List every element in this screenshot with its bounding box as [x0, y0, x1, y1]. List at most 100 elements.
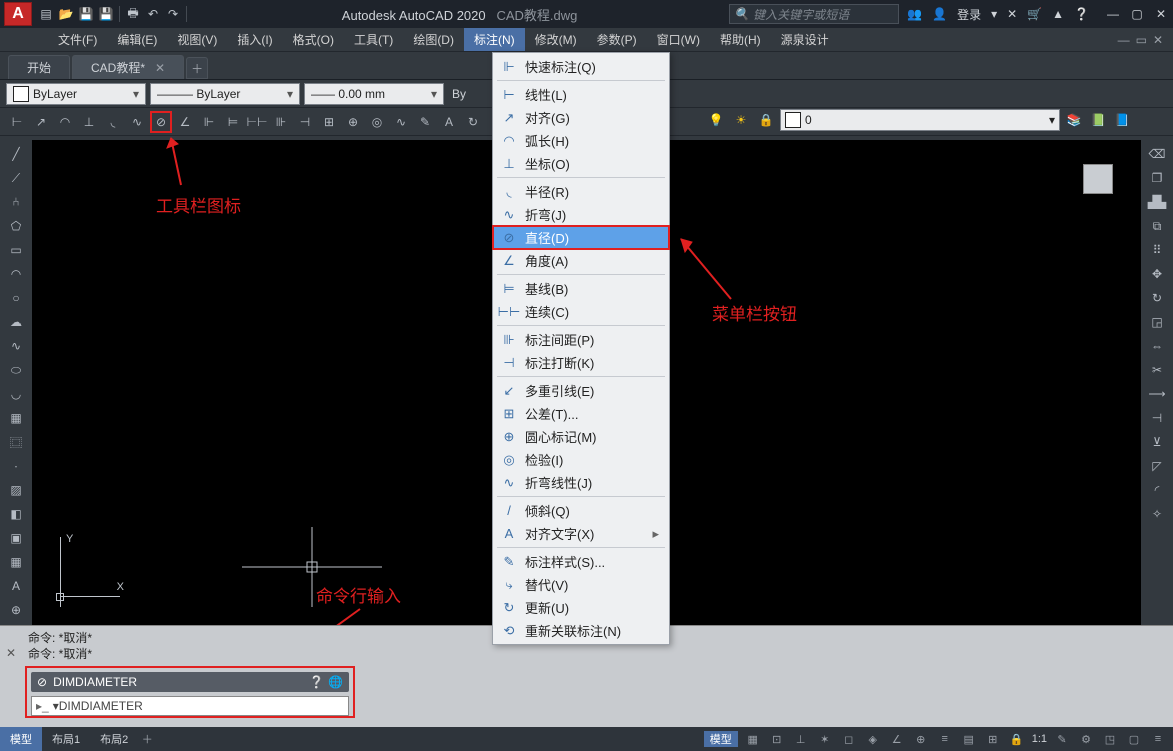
explode-icon[interactable]: ✧	[1146, 504, 1168, 524]
login-link[interactable]: 登录	[957, 6, 981, 23]
dim-break-icon[interactable]: ⊣	[294, 111, 316, 133]
doc-tab-start[interactable]: 开始	[8, 55, 70, 79]
cart-icon[interactable]: 🛒	[1027, 7, 1042, 21]
circle-icon[interactable]: ○	[5, 288, 27, 308]
sb-otrack-icon[interactable]: ∠	[888, 730, 906, 748]
dim-update-icon[interactable]: ↻	[462, 111, 484, 133]
qat-open-icon[interactable]: 📂	[57, 5, 75, 23]
menu-item-sty[interactable]: ✎标注样式(S)...	[493, 550, 669, 573]
sb-osnap-icon[interactable]: ◻	[840, 730, 858, 748]
user-icon[interactable]: 👤	[932, 7, 947, 21]
help-small-icon[interactable]: ❔	[309, 675, 324, 689]
menu-item-ali[interactable]: ↗对齐(G)	[493, 106, 669, 129]
menu-item-bas[interactable]: ⊨基线(B)	[493, 277, 669, 300]
sb-gear-icon[interactable]: ⚙	[1077, 730, 1095, 748]
doc-min-icon[interactable]: —	[1118, 33, 1130, 47]
menu-item-q[interactable]: ⊩快速标注(Q)	[493, 55, 669, 78]
color-dropdown[interactable]: ByLayer▾	[6, 83, 146, 105]
dim-quick-icon[interactable]: ⊩	[198, 111, 220, 133]
join-icon[interactable]: ⊻	[1146, 432, 1168, 452]
mtext-icon[interactable]: A	[5, 576, 27, 596]
command-input[interactable]: ▸_▾ DIMDIAMETER	[31, 696, 349, 716]
sb-ortho-icon[interactable]: ⊥	[792, 730, 810, 748]
rectangle-icon[interactable]: ▭	[5, 240, 27, 260]
layer-dropdown[interactable]: 0▾	[780, 109, 1060, 131]
move-icon[interactable]: ✥	[1146, 264, 1168, 284]
dim-space-icon[interactable]: ⊪	[270, 111, 292, 133]
hatch-icon[interactable]: ▨	[5, 480, 27, 500]
menu-item-ord[interactable]: ⊥坐标(O)	[493, 152, 669, 175]
table-icon[interactable]: ▦	[5, 552, 27, 572]
cmdline-close-icon[interactable]: ✕	[6, 646, 16, 660]
sb-max-icon[interactable]: ▢	[1125, 730, 1143, 748]
dim-edit-icon[interactable]: ✎	[414, 111, 436, 133]
line-icon[interactable]: ╱	[5, 144, 27, 164]
fillet-icon[interactable]: ◜	[1146, 480, 1168, 500]
dim-linear-icon[interactable]: ⊢	[6, 111, 28, 133]
layer-bulb-icon[interactable]: 💡	[705, 109, 727, 131]
menu-sourceplan[interactable]: 源泉设计	[771, 28, 839, 51]
maximize-button[interactable]: ▢	[1129, 6, 1145, 22]
share-icon[interactable]: 👥	[907, 7, 922, 21]
chamfer-icon[interactable]: ◸	[1146, 456, 1168, 476]
ellarc-icon[interactable]: ◡	[5, 384, 27, 404]
sb-snap-icon[interactable]: ⊡	[768, 730, 786, 748]
doc-close-icon[interactable]: ✕	[1153, 33, 1163, 47]
extend-icon[interactable]: ⟶	[1146, 384, 1168, 404]
layer-sun-icon[interactable]: ☀	[730, 109, 752, 131]
menu-item-rad[interactable]: ◟半径(R)	[493, 180, 669, 203]
qat-save-icon[interactable]: 💾	[77, 5, 95, 23]
sb-anno-icon[interactable]: ✎	[1053, 730, 1071, 748]
region-icon[interactable]: ▣	[5, 528, 27, 548]
menu-item-ang[interactable]: ∠角度(A)	[493, 249, 669, 272]
sb-dyn-icon[interactable]: ⊕	[912, 730, 930, 748]
menu-item-jlin[interactable]: ∿折弯线性(J)	[493, 471, 669, 494]
dim-jogged-icon[interactable]: ∿	[126, 111, 148, 133]
menu-item-mle[interactable]: ↙多重引线(E)	[493, 379, 669, 402]
menu-modify[interactable]: 修改(M)	[525, 28, 587, 51]
dim-aligned-icon[interactable]: ↗	[30, 111, 52, 133]
menu-tools[interactable]: 工具(T)	[344, 28, 403, 51]
dim-baseline-icon[interactable]: ⊨	[222, 111, 244, 133]
polygon-icon[interactable]: ⬠	[5, 216, 27, 236]
layer-lock-icon[interactable]: 🔒	[755, 109, 777, 131]
exchange-icon[interactable]: ✕	[1007, 7, 1017, 21]
sb-custom-icon[interactable]: ≡	[1149, 730, 1167, 748]
viewcube[interactable]	[1071, 152, 1125, 206]
menu-item-upd[interactable]: ↻更新(U)	[493, 596, 669, 619]
ellipse-icon[interactable]: ⬭	[5, 360, 27, 380]
revcloud-icon[interactable]: ☁	[5, 312, 27, 332]
layer-iso-icon[interactable]: 📘	[1111, 109, 1133, 131]
sb-ws-icon[interactable]: ◳	[1101, 730, 1119, 748]
menu-help[interactable]: 帮助(H)	[710, 28, 771, 51]
menu-item-dia[interactable]: ⊘直径(D)	[493, 226, 669, 249]
layer-prop-icon[interactable]: 📚	[1063, 109, 1085, 131]
globe-icon[interactable]: 🌐	[328, 675, 343, 689]
sb-3dosnap-icon[interactable]: ◈	[864, 730, 882, 748]
xline-icon[interactable]: ⟋	[5, 168, 27, 188]
menu-item-lin[interactable]: ⊢线性(L)	[493, 83, 669, 106]
layout-tab-1[interactable]: 布局1	[42, 727, 90, 751]
block-icon[interactable]: ⿴	[5, 432, 27, 452]
dim-radius-icon[interactable]: ◟	[102, 111, 124, 133]
qat-new-icon[interactable]: ▤	[37, 5, 55, 23]
layer-state-icon[interactable]: 📗	[1087, 109, 1109, 131]
doc-restore-icon[interactable]: ▭	[1136, 33, 1147, 47]
dim-center-icon[interactable]: ⊕	[342, 111, 364, 133]
menu-view[interactable]: 视图(V)	[167, 28, 227, 51]
lineweight-dropdown[interactable]: —— 0.00 mm▾	[304, 83, 444, 105]
dim-arc-icon[interactable]: ◠	[54, 111, 76, 133]
pline-icon[interactable]: ⑃	[5, 192, 27, 212]
sb-tpy-icon[interactable]: ▤	[960, 730, 978, 748]
layout-add-icon[interactable]: ＋	[138, 730, 156, 748]
qat-saveas-icon[interactable]: 💾	[97, 5, 115, 23]
menu-draw[interactable]: 绘图(D)	[403, 28, 464, 51]
doc-tab-cad[interactable]: CAD教程*✕	[72, 55, 184, 79]
stretch-icon[interactable]: ⇔	[1146, 336, 1168, 356]
menu-item-obl[interactable]: /倾斜(Q)	[493, 499, 669, 522]
sb-grid-icon[interactable]: ▦	[744, 730, 762, 748]
command-suggestion[interactable]: ⊘ DIMDIAMETER ❔🌐	[31, 672, 349, 692]
copy-icon[interactable]: ❐	[1146, 168, 1168, 188]
layout-tab-2[interactable]: 布局2	[90, 727, 138, 751]
menu-file[interactable]: 文件(F)	[48, 28, 107, 51]
